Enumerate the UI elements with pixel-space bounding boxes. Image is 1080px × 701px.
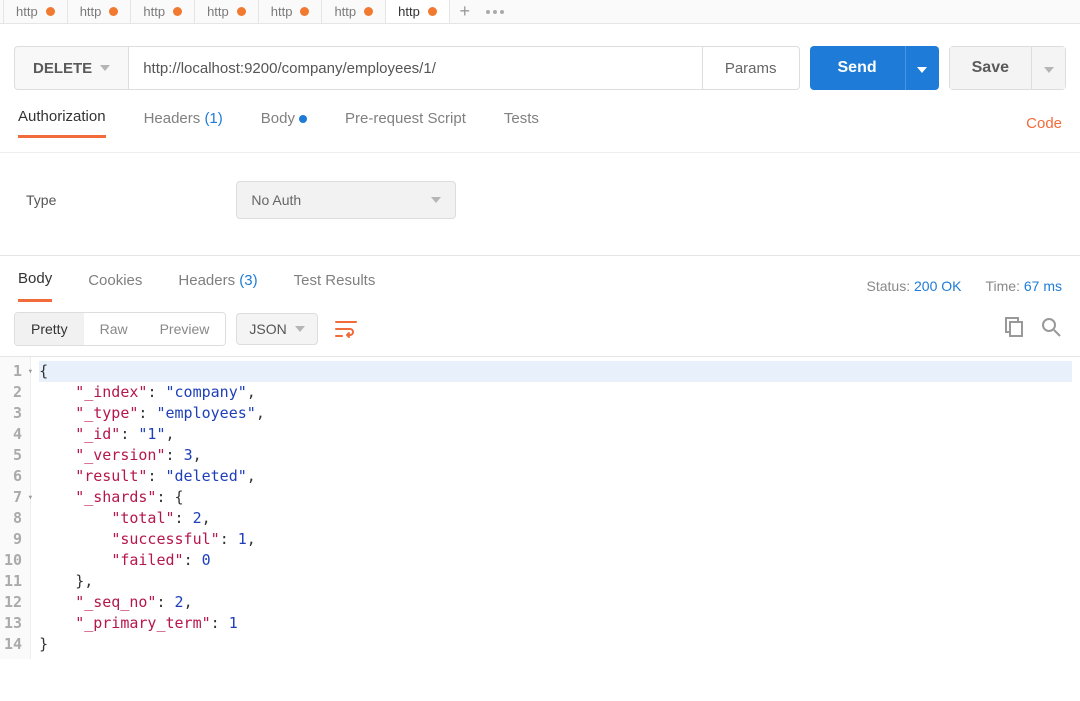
http-method-select[interactable]: DELETE bbox=[14, 46, 128, 90]
auth-type-value: No Auth bbox=[251, 192, 301, 208]
resp-tab-headers[interactable]: Headers (3) bbox=[178, 272, 257, 301]
code-content: { "_index": "company", "_type": "employe… bbox=[31, 357, 1080, 659]
send-button[interactable]: Send bbox=[810, 46, 905, 90]
view-raw[interactable]: Raw bbox=[84, 313, 144, 345]
auth-panel: Type No Auth bbox=[0, 153, 1080, 256]
tab-bar: http http http http http http http + bbox=[0, 0, 1080, 24]
search-response-button[interactable] bbox=[1040, 316, 1066, 342]
unsaved-dot-icon bbox=[46, 7, 55, 16]
url-input[interactable] bbox=[129, 47, 702, 89]
code-line: "total": 2, bbox=[39, 508, 1072, 529]
save-dropdown[interactable] bbox=[1032, 46, 1066, 90]
language-value: JSON bbox=[249, 321, 286, 337]
copy-icon bbox=[1002, 316, 1024, 338]
tab-label: http bbox=[271, 4, 293, 19]
tab-authorization[interactable]: Authorization bbox=[18, 108, 106, 138]
view-mode-segment: Pretty Raw Preview bbox=[14, 312, 226, 346]
chevron-down-icon bbox=[917, 67, 927, 73]
code-line: "_id": "1", bbox=[39, 424, 1072, 445]
time-value: 67 ms bbox=[1024, 278, 1062, 294]
request-area: DELETE Params Send Save Authorization He… bbox=[0, 24, 1080, 153]
code-line: "result": "deleted", bbox=[39, 466, 1072, 487]
save-button[interactable]: Save bbox=[949, 46, 1032, 90]
request-tab[interactable]: http bbox=[130, 0, 195, 23]
tab-headers[interactable]: Headers (1) bbox=[144, 110, 223, 137]
tab-label: http bbox=[16, 4, 38, 19]
unsaved-dot-icon bbox=[364, 7, 373, 16]
tab-prerequest[interactable]: Pre-request Script bbox=[345, 110, 466, 137]
response-tabs: Body Cookies Headers (3) Test Results St… bbox=[0, 256, 1080, 302]
response-body-viewer[interactable]: 1234567891011121314 { "_index": "company… bbox=[0, 356, 1080, 659]
code-line: { bbox=[39, 361, 1072, 382]
response-view-toolbar: Pretty Raw Preview JSON bbox=[0, 302, 1080, 356]
unsaved-dot-icon bbox=[300, 7, 309, 16]
request-tab[interactable]: http bbox=[194, 0, 259, 23]
tab-label: http bbox=[80, 4, 102, 19]
request-tabs: Authorization Headers (1) Body Pre-reque… bbox=[14, 108, 1066, 138]
unsaved-dot-icon bbox=[173, 7, 182, 16]
code-line: "_seq_no": 2, bbox=[39, 592, 1072, 613]
url-input-wrapper bbox=[128, 46, 703, 90]
tab-label: http bbox=[398, 4, 420, 19]
auth-type-label: Type bbox=[26, 192, 56, 208]
code-line: "_index": "company", bbox=[39, 382, 1072, 403]
code-line: "_primary_term": 1 bbox=[39, 613, 1072, 634]
copy-button[interactable] bbox=[1002, 316, 1028, 342]
resp-tab-testresults[interactable]: Test Results bbox=[294, 272, 376, 301]
code-line: "failed": 0 bbox=[39, 550, 1072, 571]
chevron-down-icon bbox=[295, 326, 305, 332]
unsaved-dot-icon bbox=[237, 7, 246, 16]
code-line: "_type": "employees", bbox=[39, 403, 1072, 424]
request-tab[interactable]: http bbox=[321, 0, 386, 23]
code-line: "_shards": { bbox=[39, 487, 1072, 508]
code-line: } bbox=[39, 634, 1072, 655]
request-tab[interactable]: http bbox=[3, 0, 68, 23]
code-line: "_version": 3, bbox=[39, 445, 1072, 466]
request-tab[interactable]: http bbox=[385, 0, 450, 23]
tab-label: http bbox=[143, 4, 165, 19]
auth-type-select[interactable]: No Auth bbox=[236, 181, 456, 219]
new-tab-button[interactable]: + bbox=[450, 1, 480, 22]
tab-overflow-button[interactable] bbox=[480, 10, 510, 14]
response-right-tools bbox=[1002, 316, 1066, 342]
http-method-value: DELETE bbox=[33, 60, 92, 77]
wrap-lines-button[interactable] bbox=[328, 312, 364, 346]
request-tab[interactable]: http bbox=[67, 0, 132, 23]
chevron-down-icon bbox=[100, 65, 110, 71]
send-dropdown[interactable] bbox=[905, 46, 939, 90]
wrap-icon bbox=[335, 320, 357, 338]
view-preview[interactable]: Preview bbox=[144, 313, 226, 345]
chevron-down-icon bbox=[431, 197, 441, 203]
code-line: "successful": 1, bbox=[39, 529, 1072, 550]
send-split-button: Send bbox=[810, 46, 939, 90]
unsaved-dot-icon bbox=[109, 7, 118, 16]
tab-label: http bbox=[207, 4, 229, 19]
request-bar: DELETE Params Send Save bbox=[14, 38, 1066, 90]
tab-label: http bbox=[334, 4, 356, 19]
chevron-down-icon bbox=[1044, 67, 1054, 73]
tab-body[interactable]: Body bbox=[261, 110, 307, 137]
tab-tests[interactable]: Tests bbox=[504, 110, 539, 137]
code-link[interactable]: Code bbox=[1026, 115, 1062, 132]
status-label: Status: bbox=[867, 278, 911, 294]
search-icon bbox=[1040, 316, 1062, 338]
language-select[interactable]: JSON bbox=[236, 313, 317, 345]
resp-tab-cookies[interactable]: Cookies bbox=[88, 272, 142, 301]
resp-tab-body[interactable]: Body bbox=[18, 270, 52, 302]
view-pretty[interactable]: Pretty bbox=[15, 313, 84, 345]
request-tab[interactable]: http bbox=[258, 0, 323, 23]
params-button[interactable]: Params bbox=[703, 46, 800, 90]
save-split-button: Save bbox=[949, 46, 1066, 90]
unsaved-dot-icon bbox=[299, 115, 307, 123]
response-meta: Status: 200 OK Time: 67 ms bbox=[867, 278, 1062, 294]
status-value: 200 OK bbox=[914, 278, 961, 294]
time-label: Time: bbox=[986, 278, 1020, 294]
code-line: }, bbox=[39, 571, 1072, 592]
unsaved-dot-icon bbox=[428, 7, 437, 16]
line-gutter: 1234567891011121314 bbox=[0, 357, 31, 659]
